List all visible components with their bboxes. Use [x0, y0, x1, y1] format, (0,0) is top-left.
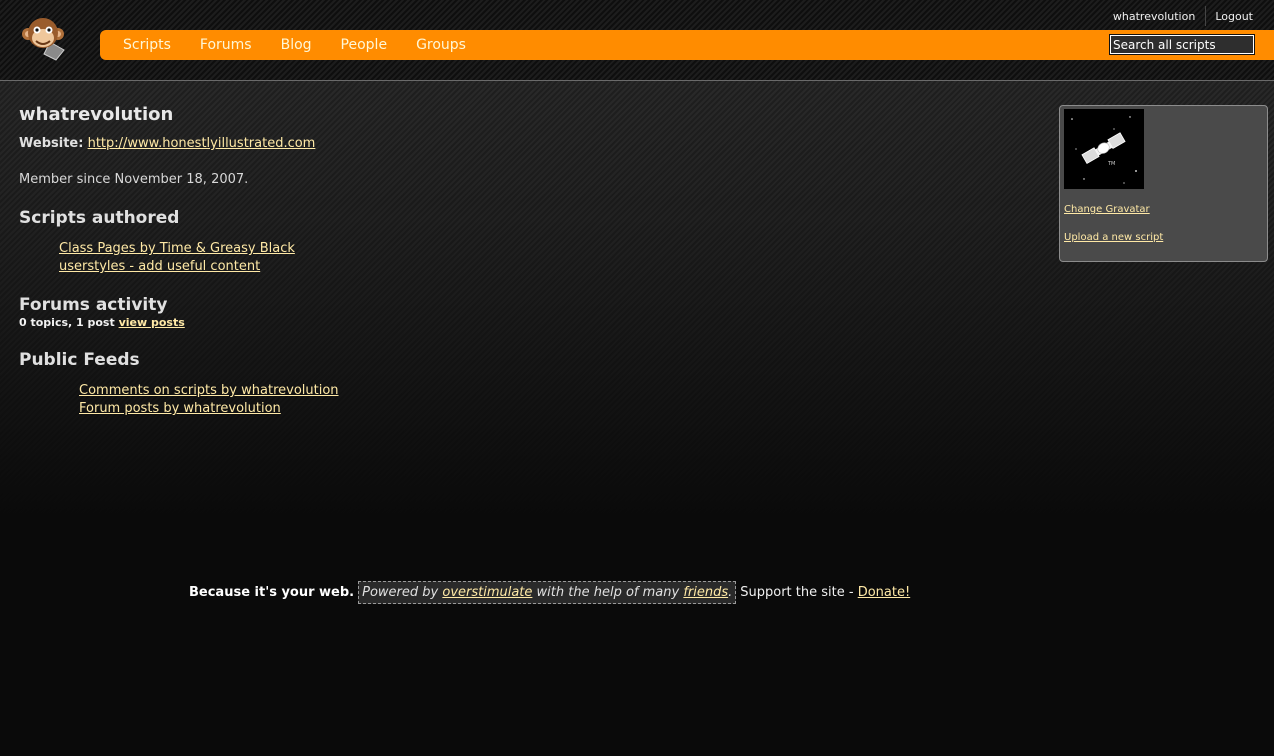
nav-item-people[interactable]: People	[341, 37, 388, 53]
site-footer: Because it's your web. Powered by overst…	[189, 579, 910, 605]
overstimulate-link[interactable]: overstimulate	[442, 585, 532, 600]
site-header: whatrevolution Logout Scripts Forums Blo…	[0, 0, 1274, 81]
nav-item-blog[interactable]: Blog	[281, 37, 312, 53]
list-item: Class Pages by Time & Greasy Black	[59, 240, 295, 258]
profile-content: whatrevolution Website: http://www.hones…	[19, 104, 919, 416]
footer-tagline: Because it's your web.	[189, 584, 355, 600]
view-posts-link[interactable]: view posts	[119, 316, 185, 329]
website-link[interactable]: http://www.honestlyillustrated.com	[88, 136, 316, 151]
main-nav-bar: Scripts Forums Blog People Groups	[100, 30, 1274, 60]
list-item: Forum posts by whatrevolution	[79, 400, 339, 418]
logout-link[interactable]: Logout	[1215, 10, 1253, 23]
nav-item-groups[interactable]: Groups	[416, 37, 466, 53]
donate-link[interactable]: Donate!	[858, 585, 910, 600]
script-link[interactable]: userstyles - add useful content	[59, 259, 260, 274]
nav-item-forums[interactable]: Forums	[200, 37, 252, 53]
page-title: whatrevolution	[19, 104, 174, 125]
powered-prefix: Powered by	[362, 584, 443, 600]
nav-divider	[1205, 6, 1207, 26]
svg-text:TM: TM	[1107, 161, 1115, 167]
nav-item-scripts[interactable]: Scripts	[123, 37, 171, 53]
feeds-heading: Public Feeds	[19, 350, 140, 370]
list-item: userstyles - add useful content	[59, 258, 295, 276]
list-item: Comments on scripts by whatrevolution	[79, 382, 339, 400]
forums-heading: Forums activity	[19, 295, 168, 315]
monkey-logo-icon[interactable]	[20, 16, 70, 62]
profile-sidebar: TM Change Gravatar Upload a new script	[1059, 105, 1268, 262]
website-label: Website:	[19, 136, 84, 151]
support-label: Support the site -	[740, 584, 858, 600]
user-nav: whatrevolution Logout	[1113, 6, 1253, 26]
search-input[interactable]	[1109, 34, 1255, 55]
member-since-text: Member since November 18, 2007.	[19, 172, 249, 187]
friends-link[interactable]: friends	[683, 585, 728, 600]
powered-middle: with the help of many	[532, 584, 684, 600]
change-gravatar-link[interactable]: Change Gravatar	[1064, 204, 1150, 215]
powered-suffix: .	[728, 584, 733, 600]
scripts-heading: Scripts authored	[19, 208, 180, 228]
upload-script-link[interactable]: Upload a new script	[1064, 232, 1163, 243]
feed-link[interactable]: Comments on scripts by whatrevolution	[79, 383, 339, 398]
script-link[interactable]: Class Pages by Time & Greasy Black	[59, 241, 295, 256]
scripts-list: Class Pages by Time & Greasy Black users…	[59, 240, 295, 276]
powered-by-box: Powered by overstimulate with the help o…	[358, 580, 737, 604]
feeds-list: Comments on scripts by whatrevolution Fo…	[79, 382, 339, 418]
support-text: Support the site - Donate!	[740, 585, 910, 600]
forum-counts: 0 topics, 1 post	[19, 316, 115, 329]
website-row: Website: http://www.honestlyillustrated.…	[19, 136, 315, 151]
satellite-gravatar-icon: TM	[1064, 109, 1144, 189]
user-profile-link[interactable]: whatrevolution	[1113, 10, 1195, 23]
feed-link[interactable]: Forum posts by whatrevolution	[79, 401, 281, 416]
forum-activity-summary: 0 topics, 1 post view posts	[19, 316, 185, 329]
